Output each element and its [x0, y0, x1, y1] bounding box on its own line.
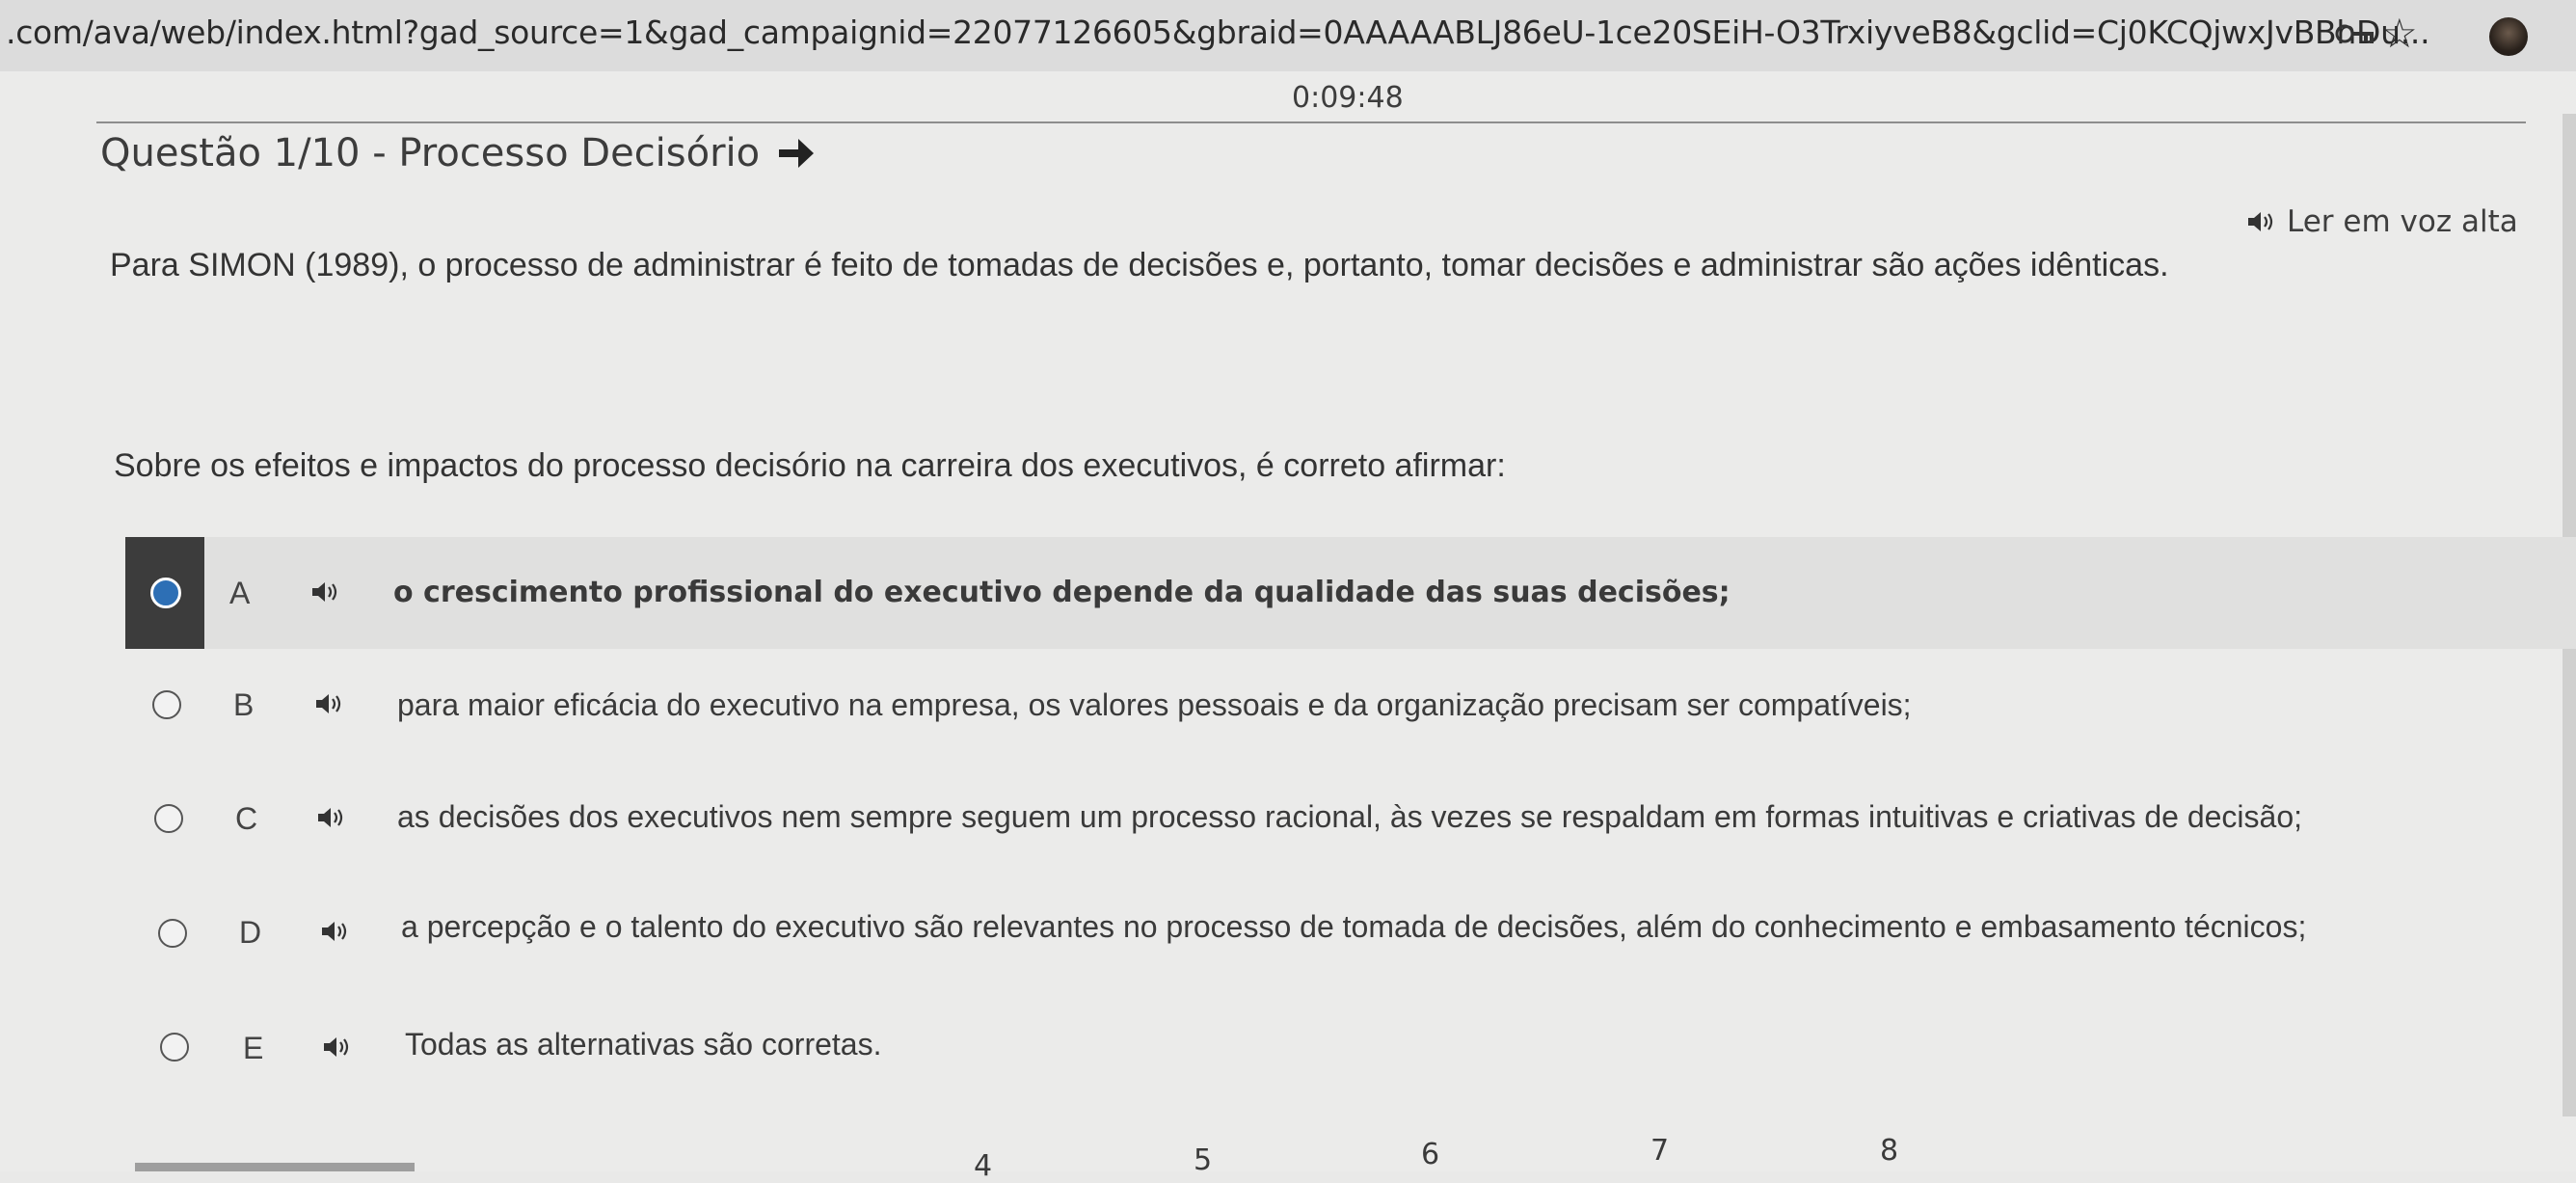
- page-number[interactable]: 8: [1880, 1134, 1898, 1168]
- option-text: a percepção e o talento do executivo são…: [401, 909, 2307, 944]
- option-c[interactable]: C as decisões dos executivos nem sempre …: [125, 761, 2576, 873]
- key-icon[interactable]: [2335, 21, 2375, 46]
- question-title: Questão 1/10 - Processo Decisório: [100, 131, 816, 175]
- speaker-icon[interactable]: [316, 805, 349, 830]
- question-title-text: Questão 1/10 - Processo Decisório: [100, 131, 761, 175]
- radio-option-d[interactable]: [158, 919, 187, 948]
- option-b[interactable]: B para maior eficácia do executivo na em…: [125, 649, 2576, 761]
- radio-option-e[interactable]: [160, 1033, 189, 1062]
- option-e[interactable]: E Todas as alternativas são corretas.: [125, 984, 2576, 1096]
- divider: [96, 121, 2526, 123]
- option-text: o crescimento profissional do executivo …: [393, 576, 1731, 609]
- speaker-icon[interactable]: [310, 579, 343, 605]
- page-number[interactable]: 5: [1194, 1143, 1212, 1177]
- radio-option-a[interactable]: [150, 578, 181, 608]
- browser-url-bar[interactable]: .com/ava/web/index.html?gad_source=1&gad…: [0, 0, 2576, 71]
- option-d[interactable]: D a percepção e o talento do executivo s…: [125, 873, 2576, 984]
- option-letter: B: [233, 687, 255, 722]
- page-number[interactable]: 4: [974, 1149, 992, 1183]
- option-a[interactable]: A o crescimento profissional do executiv…: [125, 537, 2576, 649]
- page-number[interactable]: 7: [1650, 1134, 1669, 1168]
- option-letter: A: [229, 576, 251, 610]
- read-aloud-button[interactable]: Ler em voz alta: [2246, 204, 2518, 239]
- option-text: as decisões dos executivos nem sempre se…: [397, 799, 2303, 834]
- radio-option-c[interactable]: [154, 804, 183, 833]
- avatar[interactable]: [2489, 17, 2528, 56]
- star-icon[interactable]: ☆: [2381, 13, 2418, 54]
- read-aloud-label: Ler em voz alta: [2287, 204, 2518, 239]
- option-letter: E: [243, 1031, 264, 1065]
- question-prompt: Sobre os efeitos e impactos do processo …: [114, 447, 1506, 484]
- speaker-icon[interactable]: [322, 1035, 355, 1060]
- speaker-icon[interactable]: [314, 691, 347, 716]
- speaker-icon[interactable]: [320, 919, 353, 944]
- url-text[interactable]: .com/ava/web/index.html?gad_source=1&gad…: [6, 13, 2430, 51]
- option-text: para maior eficácia do executivo na empr…: [397, 687, 1912, 722]
- option-text: Todas as alternativas são corretas.: [405, 1027, 882, 1062]
- option-letter: D: [239, 915, 262, 950]
- speaker-icon: [2248, 212, 2273, 231]
- arrow-right-icon[interactable]: [777, 136, 816, 171]
- question-statement: Para SIMON (1989), o processo de adminis…: [110, 247, 2169, 283]
- timer: 0:09:48: [1292, 81, 1404, 115]
- page-number[interactable]: 6: [1421, 1138, 1439, 1171]
- radio-option-b[interactable]: [152, 690, 181, 719]
- pager-active-indicator: [135, 1163, 415, 1171]
- option-letter: C: [235, 801, 258, 836]
